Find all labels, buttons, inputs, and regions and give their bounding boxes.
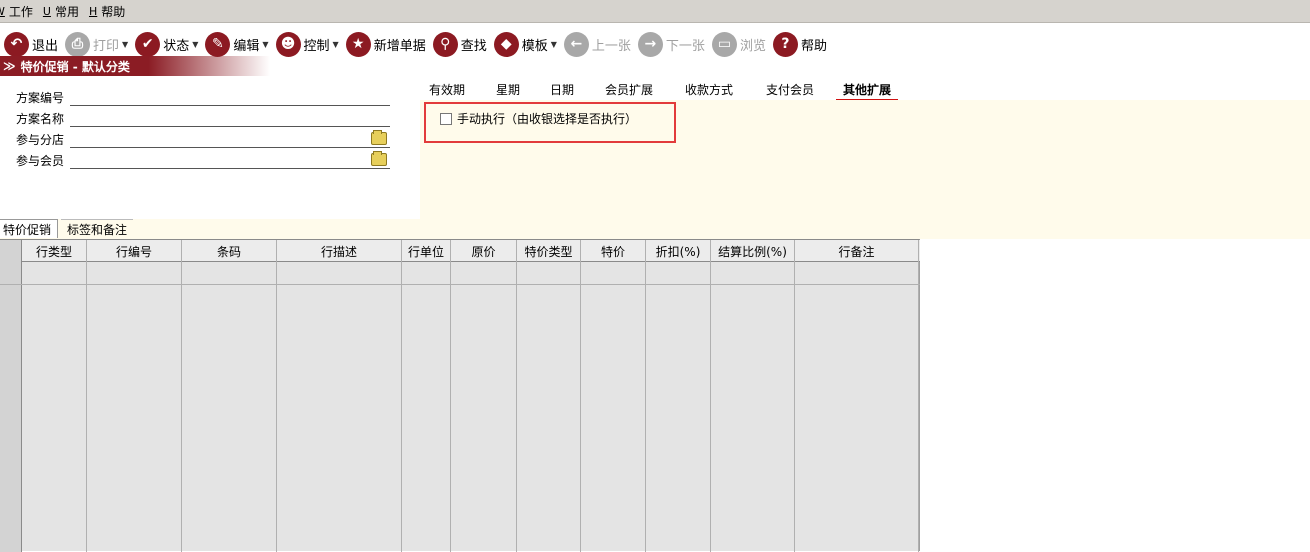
edit-label: 编辑 [233,38,260,54]
menu-work-key: W [0,5,5,18]
menu-common-key: U [42,4,51,18]
line-items-grid[interactable]: 行类型 行编号 条码 行描述 行单位 原价 特价类型 特价 折扣(%) 结算比例… [0,239,920,552]
pencil-icon: ✎ [205,31,231,57]
plan-no-row: 方案编号 [16,88,390,106]
grid-column [517,240,581,552]
menu-work-label: 工作 [8,4,33,19]
chevron-down-icon: ▼ [550,39,557,49]
menu-help-label: 帮助 [101,4,126,19]
tab-other-ext[interactable]: 其他扩展 [836,81,899,101]
new-document-label: 新增单据 [373,38,426,54]
chevron-down-icon: ▼ [122,39,129,49]
lower-tabs: 特价促销 标签和备注 [0,219,1310,239]
menu-help[interactable]: H 帮助 [89,3,125,20]
grid-column [277,240,402,552]
help-button[interactable]: ? 帮助 [772,29,827,59]
folder-icon[interactable] [371,151,387,166]
grid-column [581,240,646,552]
branch-row: 参与分店 [16,130,390,148]
branch-label: 参与分店 [16,133,65,147]
page-title: ≫ 特价促销 - 默认分类 [0,56,270,76]
chevron-down-icon: ▼ [192,39,199,49]
folder-open-icon: ▭ [711,31,737,57]
plan-no-field[interactable] [70,89,390,106]
tab-date[interactable]: 日期 [550,81,574,99]
star-icon: ★ [345,31,371,57]
grid-column [182,240,277,552]
manual-exec-row[interactable]: 手动执行（由收银选择是否执行） [440,110,637,127]
folder-icon[interactable] [371,130,387,145]
plan-name-label: 方案名称 [16,112,65,126]
page-title-text: 特价促销 - 默认分类 [20,59,130,74]
tab-tags-notes[interactable]: 标签和备注 [61,219,134,238]
exit-icon: ↶ [4,31,29,57]
template-button[interactable]: ◆ 模板 ▼ [493,29,557,59]
tab-member-ext[interactable]: 会员扩展 [605,81,653,99]
menu-bar: W 工作 U 常用 H 帮助 [0,0,1310,23]
grid-column [795,240,919,552]
grid-column [87,240,182,552]
eraser-icon: ◆ [493,31,519,57]
control-label: 控制 [303,38,330,54]
chevron-right-icon: ≫ [3,59,16,73]
exit-button[interactable]: ↶ 退出 [4,29,58,59]
menu-work[interactable]: W 工作 [0,3,33,20]
question-icon: ? [772,31,798,57]
arrow-right-icon: → [637,31,663,57]
member-field[interactable] [70,151,390,169]
print-button[interactable]: ⎙ 打印 ▼ [65,29,128,59]
grid-column [711,240,795,552]
edit-button[interactable]: ✎ 编辑 ▼ [205,29,269,59]
arrow-left-icon: ← [563,31,589,57]
browse-label: 浏览 [739,38,766,54]
menu-common-label: 常用 [54,4,79,19]
prev-button[interactable]: ← 上一张 [563,29,631,59]
manual-exec-checkbox[interactable] [440,112,452,125]
plan-name-row: 方案名称 [16,109,390,127]
checkmark-icon: ✔ [135,31,161,57]
grid-column [451,240,517,552]
prev-label: 上一张 [591,38,631,54]
grid-column [402,240,451,552]
print-label: 打印 [93,38,120,54]
tab-pay-member[interactable]: 支付会员 [766,81,814,99]
plan-no-label: 方案编号 [16,91,65,105]
next-label: 下一张 [665,38,705,54]
status-button[interactable]: ✔ 状态 ▼ [135,29,198,59]
search-icon: ⚲ [432,31,458,57]
member-row: 参与会员 [16,151,390,169]
status-label: 状态 [163,38,190,54]
header-form: 方案编号 方案名称 参与分店 参与会员 [0,84,420,220]
extension-tabs: 有效期 星期 日期 会员扩展 收款方式 支付会员 其他扩展 [420,80,1310,101]
control-button[interactable]: ☻ 控制 ▼ [275,29,339,59]
help-label: 帮助 [800,38,827,54]
menu-help-key: H [88,4,98,18]
tab-validity[interactable]: 有效期 [429,81,465,99]
tab-special-promo[interactable]: 特价促销 [0,219,59,238]
new-document-button[interactable]: ★ 新增单据 [345,29,426,59]
chevron-down-icon: ▼ [262,39,269,49]
tab-payment-method[interactable]: 收款方式 [685,81,733,99]
find-button[interactable]: ⚲ 查找 [432,29,487,59]
tab-weekday[interactable]: 星期 [496,81,520,99]
template-label: 模板 [521,38,548,54]
grid-column [22,240,87,552]
manual-exec-label: 手动执行（由收银选择是否执行） [457,112,638,126]
users-icon: ☻ [275,31,301,57]
browse-button[interactable]: ▭ 浏览 [711,29,766,59]
grid-column [646,240,711,552]
chevron-down-icon: ▼ [332,39,339,49]
menu-common[interactable]: U 常用 [43,3,79,20]
printer-icon: ⎙ [65,31,91,57]
exit-label: 退出 [32,38,59,54]
next-button[interactable]: → 下一张 [637,29,705,59]
member-label: 参与会员 [16,154,65,168]
find-label: 查找 [460,38,487,54]
plan-name-field[interactable] [70,110,390,127]
row-header-column [0,240,22,552]
branch-field[interactable] [70,130,390,148]
